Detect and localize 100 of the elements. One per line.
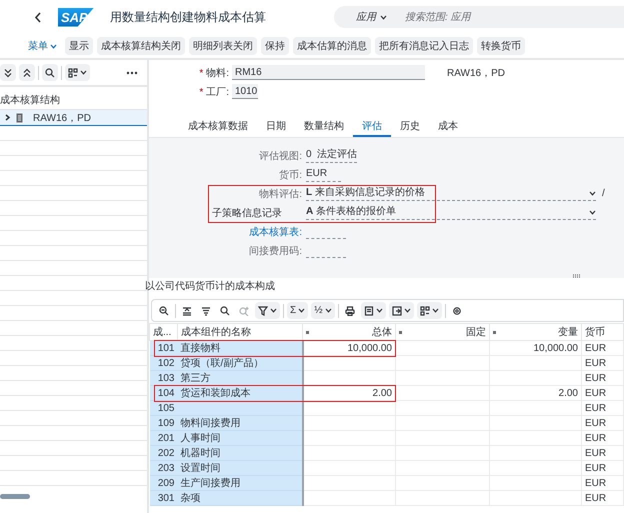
layout-button[interactable] — [416, 302, 442, 319]
toolbar-button[interactable]: 保持 — [261, 37, 289, 55]
tab[interactable]: 数量结构 — [295, 117, 353, 137]
field-label: 间接费用码: — [248, 244, 303, 258]
table-cell: 201 — [150, 430, 178, 446]
field-label: 物料评估: — [258, 188, 303, 200]
export-button[interactable] — [388, 302, 414, 319]
toolbar-button[interactable]: 成本估算的消息 — [293, 37, 371, 55]
layout-icon — [68, 68, 78, 78]
dropdown-field[interactable]: A 条件表格的报价单 — [306, 205, 596, 220]
app-title: 用数量结构创建物料成本估算 — [110, 8, 266, 26]
field-description: RAW16，PD — [447, 66, 505, 80]
table-cell: 直接物料 — [178, 340, 302, 356]
table-cell: 物料间接费用 — [178, 416, 302, 430]
collapse-all-button[interactable] — [19, 64, 35, 81]
layout-button[interactable] — [65, 64, 90, 81]
table-cell: EUR — [582, 340, 624, 356]
field-label: 评估视图: — [258, 150, 303, 162]
search-icon — [45, 68, 55, 78]
table-cell: EUR — [582, 460, 624, 476]
field-suffix: / — [602, 188, 605, 199]
table-cell: 第三方 — [178, 370, 302, 386]
table-cell: EUR — [582, 476, 624, 490]
column-header[interactable]: 总体 — [372, 325, 392, 339]
input-field[interactable]: 1010 — [232, 84, 258, 99]
section-title: 以公司代码货币计的成本构成 — [145, 280, 276, 294]
subtotal-button[interactable]: ½ — [311, 302, 335, 319]
toolbar-button[interactable]: 转换货币 — [477, 37, 525, 55]
tab[interactable]: 历史 — [391, 117, 429, 137]
printer-icon — [344, 306, 355, 316]
list-filter-icon — [201, 306, 211, 316]
table-cell: 109 — [150, 416, 178, 430]
dropdown-field[interactable]: L 来自采购信息记录的价格 — [306, 186, 596, 201]
field-label: * 物料: — [198, 66, 229, 80]
toolbar-button[interactable]: 明细列表关闭 — [189, 37, 257, 55]
document-icon — [364, 306, 374, 316]
table-cell: 301 — [150, 490, 178, 506]
align-top-icon — [182, 306, 192, 316]
table-cell: EUR — [582, 490, 624, 506]
field-value: A 条件表格的报价单 — [306, 205, 396, 219]
column-marker-icon — [493, 330, 496, 334]
table-cell: EUR — [582, 446, 624, 460]
tree-item[interactable]: RAW16，PD — [0, 110, 147, 126]
table-cell: 货运和装卸成本 — [178, 386, 302, 400]
scrollbar-thumb[interactable] — [0, 494, 30, 499]
table-cell: 203 — [150, 460, 178, 476]
table-cell: EUR — [582, 416, 624, 430]
caret-icon — [589, 210, 596, 214]
view-button[interactable] — [360, 302, 386, 319]
table-cell: 10,000.00 — [490, 340, 582, 356]
table-cell: 机器时间 — [178, 446, 302, 460]
toolbar-button[interactable]: 显示 — [65, 37, 93, 55]
table-cell: 2.00 — [490, 386, 582, 400]
tab[interactable]: 成本核算数据 — [179, 117, 257, 137]
column-marker-icon — [399, 330, 402, 334]
table-cell: 杂项 — [178, 490, 302, 506]
more-icon — [126, 70, 138, 74]
table-cell: 101 — [150, 340, 178, 356]
table-cell: EUR — [582, 430, 624, 446]
caret-icon — [270, 308, 277, 313]
toolbar-button[interactable]: 把所有消息记入日志 — [375, 37, 473, 55]
field-label: 子策略信息记录 — [211, 206, 283, 220]
column-header[interactable]: 变量 — [558, 325, 578, 339]
chevron-left-icon — [34, 12, 42, 22]
expand-all-button[interactable] — [0, 64, 16, 81]
chevron-right-icon — [4, 114, 11, 121]
column-header[interactable]: 货币 — [582, 324, 624, 340]
tab[interactable]: 成本 — [429, 117, 467, 137]
table-cell: 104 — [150, 386, 178, 400]
logo: SAP — [58, 8, 94, 26]
caret-icon — [50, 44, 57, 48]
zoom-icon — [159, 306, 169, 316]
table-cell: EUR — [582, 400, 624, 416]
caret-icon — [432, 308, 439, 313]
table-cell: 202 — [150, 446, 178, 460]
table-cell: 103 — [150, 370, 178, 386]
table-cell: EUR — [582, 370, 624, 386]
toolbar-button[interactable]: 成本核算结构关闭 — [97, 37, 185, 55]
document-icon — [16, 112, 23, 122]
field-label: 货币: — [278, 168, 303, 182]
caret-icon — [298, 308, 306, 313]
search-scope[interactable]: 应用 — [356, 10, 376, 24]
column-header[interactable]: 固定 — [466, 325, 486, 339]
caret-icon — [404, 308, 411, 313]
field-link[interactable]: 成本核算表: — [149, 224, 304, 238]
table-cell: 人事时间 — [178, 430, 302, 446]
tab[interactable]: 日期 — [257, 117, 295, 137]
caret-icon — [324, 308, 332, 313]
input-field[interactable]: RM16 — [232, 65, 425, 80]
table-cell: 设置时间 — [178, 460, 302, 476]
sum-button[interactable]: Σ — [287, 302, 308, 319]
grip-icon — [572, 274, 582, 278]
search-button[interactable] — [42, 64, 58, 81]
double-chevron-up-icon — [22, 68, 32, 78]
menu-button[interactable]: 菜单 — [28, 39, 61, 53]
double-chevron-down-icon — [3, 68, 13, 78]
column-marker-icon — [306, 330, 309, 334]
field-value: EUR — [306, 167, 342, 182]
search-field[interactable]: 应用 搜索范围: 应用 — [334, 6, 624, 28]
filter-button[interactable] — [255, 302, 280, 319]
